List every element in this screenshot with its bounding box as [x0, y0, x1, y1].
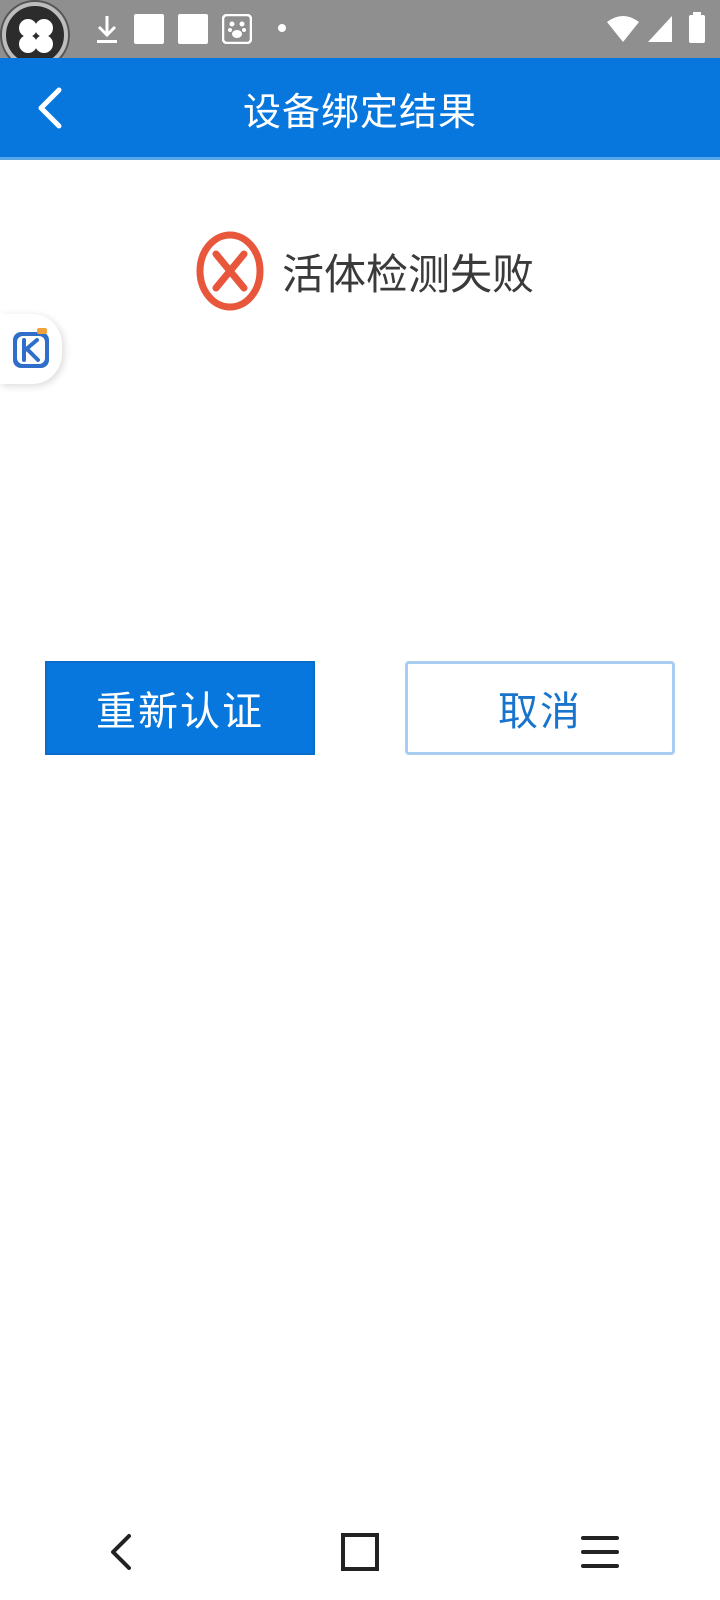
download-icon: [94, 14, 120, 50]
wifi-icon: [607, 16, 639, 42]
nav-menu-icon: [581, 1536, 619, 1568]
notification-square-icon: [178, 14, 208, 44]
nav-home-icon: [341, 1533, 379, 1571]
cell-signal-icon: [648, 16, 672, 42]
status-bar: [0, 0, 720, 58]
nav-home-button[interactable]: [330, 1522, 390, 1582]
battery-icon: [689, 12, 705, 43]
error-circle-x-icon: [196, 231, 264, 311]
more-notifications-dot-icon: [278, 24, 286, 32]
app-header: 设备绑定结果: [0, 58, 720, 160]
nav-back-button[interactable]: [90, 1522, 150, 1582]
system-nav-bar: [0, 1500, 720, 1600]
notification-square-icon: [134, 14, 164, 44]
nav-back-icon: [111, 1534, 131, 1570]
cancel-button[interactable]: 取消: [405, 661, 675, 755]
k-app-logo-icon: [13, 328, 49, 368]
result-message: 活体检测失败: [282, 249, 535, 299]
page-title: 设备绑定结果: [242, 89, 477, 134]
nav-menu-button[interactable]: [570, 1522, 630, 1582]
result-status: 活体检测失败: [194, 228, 534, 314]
baidu-paw-icon: [221, 13, 253, 48]
retry-auth-button[interactable]: 重新认证: [45, 661, 315, 755]
side-floating-widget[interactable]: [0, 314, 62, 384]
